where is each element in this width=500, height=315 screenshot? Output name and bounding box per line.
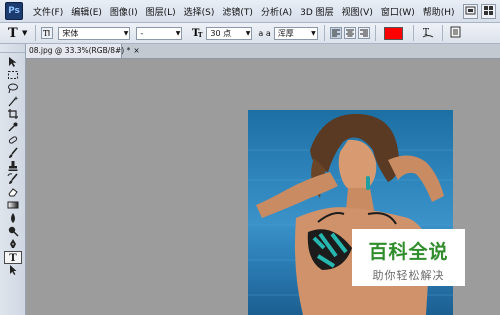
menu-bar: Ps 文件(F) 编辑(E) 图像(I) 图层(L) 选择(S) 滤镜(T) 分… <box>0 0 500 23</box>
blur-tool-icon[interactable] <box>4 212 22 225</box>
align-center-button[interactable] <box>343 27 356 39</box>
warp-text-icon: T <box>422 28 434 38</box>
bridge-icon <box>465 6 476 14</box>
brush-tool-icon[interactable] <box>4 147 22 160</box>
chevron-down-icon: ▼ <box>245 29 251 37</box>
svg-text:T: T <box>43 29 49 38</box>
clone-stamp-tool-icon[interactable] <box>4 160 22 173</box>
bridge-button[interactable] <box>463 3 478 19</box>
move-tool-icon[interactable] <box>4 56 22 69</box>
type-tool-preset-icon[interactable]: T <box>8 26 22 41</box>
healing-brush-tool-icon[interactable] <box>4 134 22 147</box>
grid-icon <box>484 5 493 15</box>
divider <box>374 25 376 41</box>
antialias-value: 浑厚 <box>277 28 294 38</box>
divider <box>323 25 325 41</box>
align-left-icon <box>331 29 340 37</box>
text-color-swatch[interactable] <box>383 26 403 40</box>
type-tool-icon[interactable]: T <box>4 251 22 264</box>
menu-edit[interactable]: 编辑(E) <box>67 5 106 18</box>
align-right-button[interactable] <box>357 27 370 39</box>
photoshop-logo: Ps <box>5 2 23 20</box>
font-size-field[interactable]: 30 点 ▼ <box>206 26 253 40</box>
eyedropper-tool-icon[interactable] <box>4 121 22 134</box>
document-tab-title: 08.jpg @ 33.3%(RGB/8#) * <box>29 46 131 55</box>
font-family-value: 宋体 <box>62 28 79 38</box>
chevron-down-icon: ▼ <box>311 29 316 37</box>
font-style-select[interactable]: - ▼ <box>136 26 183 40</box>
menu-filter[interactable]: 滤镜(T) <box>218 5 257 18</box>
divider <box>412 25 414 41</box>
document-tab[interactable]: 08.jpg @ 33.3%(RGB/8#) * × <box>26 44 140 58</box>
crop-tool-icon[interactable] <box>4 108 22 121</box>
panel-icon <box>450 26 461 37</box>
pen-tool-icon[interactable] <box>4 238 22 251</box>
antialias-icon: a a <box>258 28 271 38</box>
font-style-value: - <box>140 28 144 38</box>
menu-items: 文件(F) 编辑(E) 图像(I) 图层(L) 选择(S) 滤镜(T) 分析(A… <box>29 5 459 18</box>
svg-text:T: T <box>198 32 203 38</box>
menu-image[interactable]: 图像(I) <box>106 5 142 18</box>
chevron-down-icon: ▼ <box>175 29 181 37</box>
close-icon[interactable]: × <box>133 46 139 55</box>
watermark-badge: 百科全说 助你轻松解决 <box>352 229 465 286</box>
history-brush-tool-icon[interactable] <box>4 173 22 186</box>
lasso-tool-icon[interactable] <box>4 82 22 95</box>
menu-window[interactable]: 窗口(W) <box>377 5 419 18</box>
font-size-value: 30 点 <box>210 28 232 38</box>
align-left-button[interactable] <box>329 27 342 39</box>
chevron-down-icon: ▼ <box>123 29 129 37</box>
menu-select[interactable]: 选择(S) <box>180 5 219 18</box>
align-center-icon <box>345 29 354 37</box>
menu-3d[interactable]: 3D 图层 <box>296 5 338 18</box>
font-size-icon: TT <box>192 26 204 41</box>
font-family-select[interactable]: 宋体 ▼ <box>58 26 131 40</box>
dodge-tool-icon[interactable] <box>4 225 22 238</box>
text-orientation-button[interactable]: T <box>41 27 54 39</box>
menu-analysis[interactable]: 分析(A) <box>257 5 296 18</box>
eraser-tool-icon[interactable] <box>4 186 22 199</box>
toolbox-grip[interactable] <box>0 44 25 53</box>
toolbox: T <box>0 44 26 315</box>
align-right-icon <box>359 29 368 37</box>
chevron-down-icon[interactable]: ▼ <box>22 29 27 37</box>
text-orientation-icon: T <box>43 29 50 38</box>
gradient-tool-icon[interactable] <box>4 199 22 212</box>
menu-right-controls <box>463 3 496 19</box>
watermark-title: 百科全说 <box>368 241 449 263</box>
magic-wand-tool-icon[interactable] <box>4 95 22 108</box>
divider <box>35 25 37 41</box>
watermark-subtitle: 助你轻松解决 <box>372 269 445 282</box>
warp-text-button[interactable]: T <box>422 26 434 41</box>
document-tab-bar: 08.jpg @ 33.3%(RGB/8#) * × <box>26 44 500 59</box>
menu-layer[interactable]: 图层(L) <box>142 5 180 18</box>
character-panel-button[interactable] <box>450 26 461 41</box>
menu-view[interactable]: 视图(V) <box>338 5 377 18</box>
antialias-select[interactable]: 浑厚 ▼ <box>273 26 318 40</box>
menu-file[interactable]: 文件(F) <box>29 5 67 18</box>
minibridge-button[interactable] <box>481 3 496 19</box>
tool-options-bar: T ▼ T 宋体 ▼ - ▼ TT 30 点 ▼ a a 浑厚 ▼ T <box>0 23 500 44</box>
divider <box>441 25 443 41</box>
menu-help[interactable]: 帮助(H) <box>419 5 459 18</box>
marquee-tool-icon[interactable] <box>4 69 22 82</box>
path-select-tool-icon[interactable] <box>4 264 22 277</box>
